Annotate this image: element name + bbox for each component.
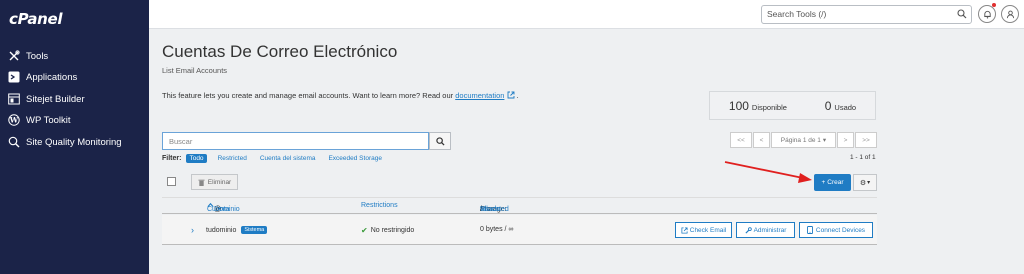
connect-devices-button[interactable]: Connect Devices: [799, 222, 873, 238]
sort-domain-link[interactable]: Dominio: [214, 206, 240, 213]
system-badge: Sistema: [241, 226, 268, 234]
mobile-device-icon: [806, 226, 813, 234]
storage-value: 0 bytes / ∞: [480, 226, 514, 233]
caret-down-icon: ▾: [867, 180, 871, 186]
check-icon: ✔: [361, 226, 368, 235]
check-email-button[interactable]: Check Email: [675, 222, 732, 238]
gear-icon: ⚙: [859, 179, 867, 187]
table-header: Cuenta @ Dominio Restrictions Storage: U…: [162, 197, 877, 214]
sort-percent-link[interactable]: %: [480, 206, 486, 213]
plus-icon: +: [821, 179, 826, 186]
sort-restrictions-link[interactable]: Restrictions: [361, 202, 398, 209]
connect-devices-label: Connect Devices: [815, 226, 866, 234]
table-row: › tudominio Sistema ✔ No restringido 0 b…: [162, 215, 877, 245]
check-email-label: Check Email: [689, 226, 727, 234]
create-label: Crear: [827, 179, 844, 186]
create-button[interactable]: + Crear: [814, 174, 851, 191]
wrench-icon: [745, 226, 752, 234]
account-name: tudominio: [206, 226, 237, 234]
expand-chevron-icon[interactable]: ›: [191, 225, 194, 235]
manage-button[interactable]: Administrar: [736, 222, 795, 238]
external-link-icon: [681, 226, 688, 234]
settings-dropdown-button[interactable]: ⚙ ▾: [853, 174, 877, 191]
restriction-value: No restringido: [370, 227, 415, 234]
manage-label: Administrar: [753, 226, 787, 234]
